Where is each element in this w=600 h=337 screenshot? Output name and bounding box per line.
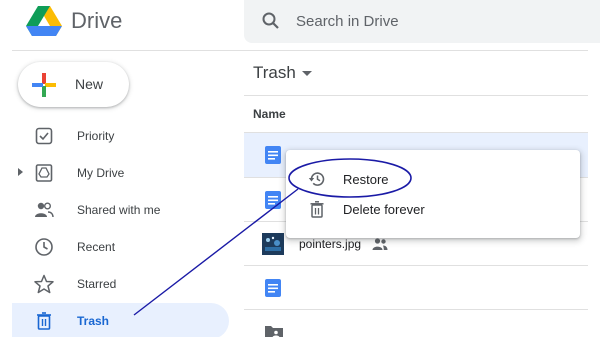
priority-icon bbox=[34, 126, 54, 146]
star-icon bbox=[34, 274, 54, 294]
google-doc-icon bbox=[265, 279, 281, 297]
sidebar-item-label: Starred bbox=[77, 277, 117, 291]
plus-icon bbox=[32, 73, 56, 97]
new-button[interactable]: New bbox=[18, 62, 129, 107]
chevron-down-icon[interactable] bbox=[302, 71, 312, 76]
restore-icon bbox=[308, 170, 326, 188]
file-name: pointers.jpg bbox=[299, 237, 362, 251]
new-button-label: New bbox=[75, 76, 104, 92]
menu-item-label: Delete forever bbox=[343, 202, 425, 217]
sidebar-item-label: Priority bbox=[77, 129, 115, 143]
sidebar-item-label: Trash bbox=[77, 314, 110, 328]
shared-people-icon bbox=[372, 237, 388, 251]
sidebar-item-recent[interactable]: Recent bbox=[12, 229, 229, 265]
drive-logo-icon bbox=[26, 6, 62, 36]
app-title: Drive bbox=[71, 8, 123, 33]
file-row[interactable] bbox=[244, 310, 588, 337]
divider bbox=[244, 95, 588, 96]
search-input[interactable] bbox=[296, 9, 576, 33]
column-header-name[interactable]: Name bbox=[253, 107, 286, 121]
sidebar-item-my-drive[interactable]: My Drive bbox=[12, 155, 229, 191]
menu-item-delete-forever[interactable]: Delete forever bbox=[286, 194, 580, 224]
sidebar-item-starred[interactable]: Starred bbox=[12, 266, 229, 302]
expand-arrow-icon[interactable] bbox=[18, 168, 23, 176]
trash-icon bbox=[34, 311, 54, 331]
sidebar-item-shared-with-me[interactable]: Shared with me bbox=[12, 192, 229, 228]
menu-item-label: Restore bbox=[343, 172, 389, 187]
file-row[interactable] bbox=[244, 266, 588, 310]
context-menu: Restore Delete forever bbox=[286, 150, 580, 238]
google-doc-icon bbox=[265, 146, 281, 164]
clock-icon bbox=[34, 237, 54, 257]
my-drive-icon bbox=[34, 163, 54, 183]
folder-title[interactable]: Trash bbox=[253, 63, 296, 83]
google-doc-icon bbox=[265, 191, 281, 209]
sidebar-item-priority[interactable]: Priority bbox=[12, 118, 229, 154]
trash-icon bbox=[308, 200, 326, 218]
sidebar-item-label: Shared with me bbox=[77, 203, 161, 217]
image-thumbnail bbox=[262, 233, 284, 255]
header-divider bbox=[12, 50, 588, 51]
sidebar-item-trash[interactable]: Trash bbox=[12, 303, 229, 337]
shared-with-me-icon bbox=[34, 200, 54, 220]
menu-item-restore[interactable]: Restore bbox=[286, 164, 580, 194]
search-bar[interactable] bbox=[244, 0, 600, 43]
sidebar-item-label: My Drive bbox=[77, 166, 125, 180]
search-icon[interactable] bbox=[261, 11, 281, 31]
shared-folder-icon bbox=[265, 324, 283, 337]
sidebar-item-label: Recent bbox=[77, 240, 116, 254]
